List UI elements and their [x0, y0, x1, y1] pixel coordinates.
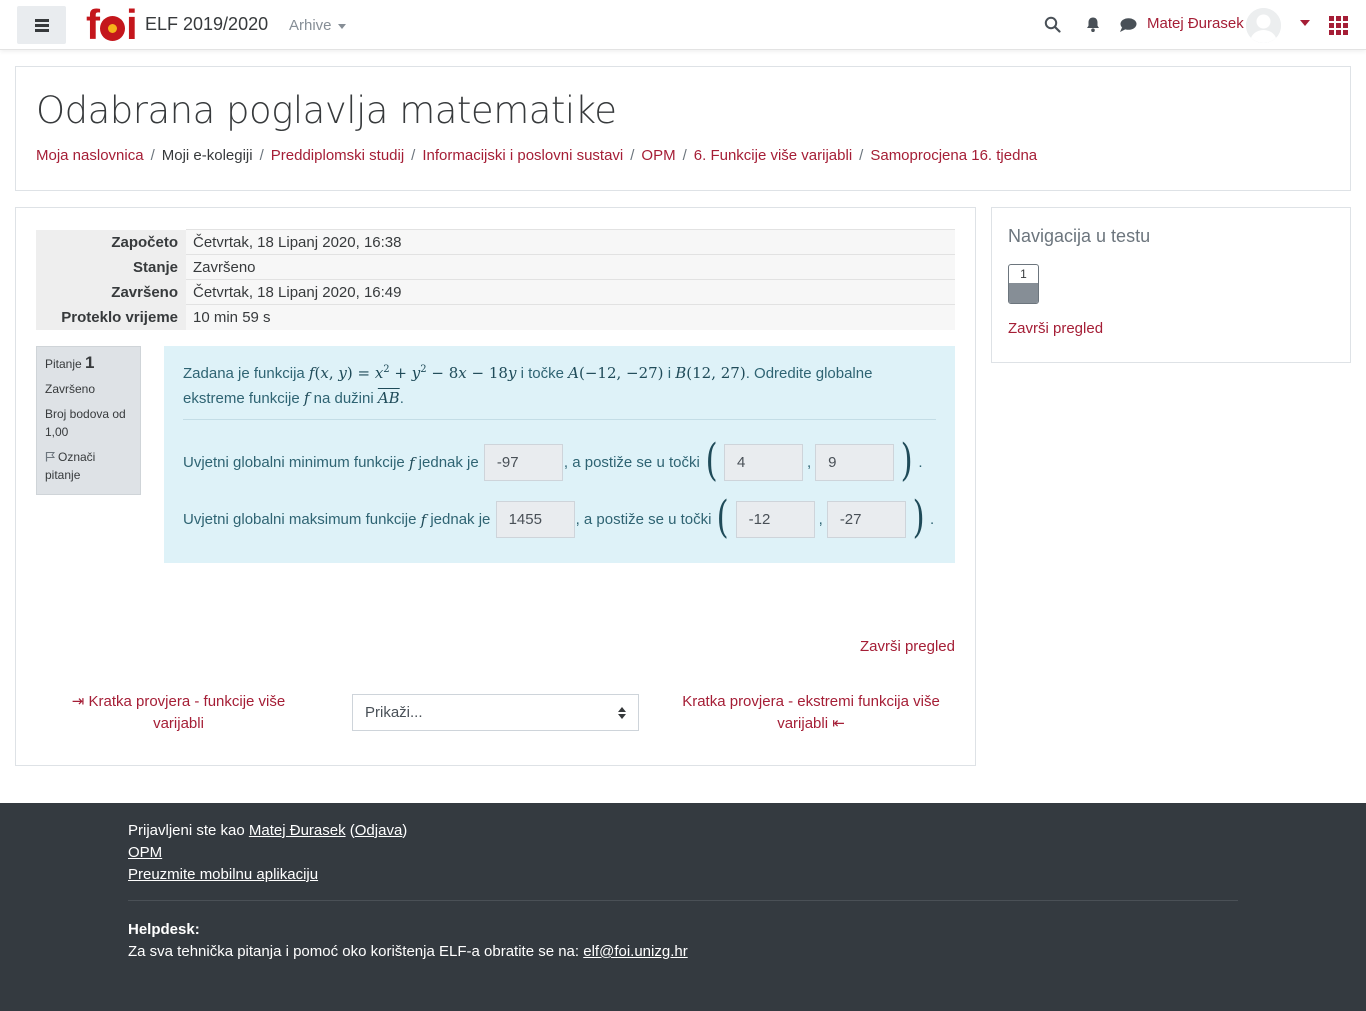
- user-name-link[interactable]: Matej Đurasek: [1147, 15, 1244, 32]
- flag-question-toggle[interactable]: Označi pitanje: [45, 448, 132, 484]
- function-formula: f(x, y) = x2 + y2 − 8x − 18y: [308, 364, 517, 382]
- login-info: Prijavljeni ste kao Matej Đurasek (Odjav…: [128, 822, 408, 839]
- max-point-x-field[interactable]: -12: [735, 501, 815, 538]
- prev-activity-link[interactable]: ⇥ Kratka provjera - funkcije više varija…: [56, 691, 301, 735]
- min-point-x-field[interactable]: 4: [723, 444, 803, 481]
- footer-course-link[interactable]: OPM: [128, 844, 162, 861]
- summary-row-completed: Završeno Četvrtak, 18 Lipanj 2020, 16:49: [36, 279, 955, 305]
- quiz-review-region: Započeto Četvrtak, 18 Lipanj 2020, 16:38 …: [15, 207, 976, 766]
- logout-link[interactable]: Odjava: [355, 822, 403, 839]
- breadcrumb-separator: /: [150, 147, 155, 164]
- mobile-app-link[interactable]: Preuzmite mobilnu aplikaciju: [128, 866, 318, 883]
- summary-label: Započeto: [36, 229, 186, 255]
- archive-label: Arhive: [289, 17, 332, 34]
- avatar[interactable]: [1246, 8, 1281, 43]
- question-divider: [183, 419, 936, 420]
- breadcrumb-separator: /: [411, 147, 416, 164]
- summary-value: Četvrtak, 18 Lipanj 2020, 16:38: [186, 229, 955, 255]
- breadcrumb-item-quiz[interactable]: Samoprocjena 16. tjedna: [870, 147, 1037, 164]
- flag-icon: [45, 452, 56, 462]
- open-paren: (: [717, 492, 730, 543]
- archive-dropdown[interactable]: Arhive: [289, 17, 346, 34]
- breadcrumb-item-undergraduate[interactable]: Preddiplomski studij: [271, 147, 404, 164]
- footer-user-link[interactable]: Matej Đurasek: [249, 822, 346, 839]
- page-title: Odabrana poglavlja matematike: [36, 89, 617, 132]
- breadcrumb-item-home[interactable]: Moja naslovnica: [36, 147, 144, 164]
- breadcrumb-item-program[interactable]: Informacijski i poslovni sustavi: [422, 147, 623, 164]
- question-state-fill: [1009, 283, 1038, 303]
- menu-toggle-button[interactable]: [17, 6, 66, 44]
- question-marks: Broj bodova od 1,00: [45, 407, 126, 439]
- chat-icon[interactable]: [1119, 17, 1137, 33]
- jump-to-activity-select[interactable]: Prikaži...: [352, 694, 639, 731]
- quiz-nav-title: Navigacija u testu: [1008, 226, 1151, 246]
- summary-value: Četvrtak, 18 Lipanj 2020, 16:49: [186, 279, 955, 305]
- question-info-panel: Pitanje 1 Završeno Broj bodova od 1,00 O…: [36, 346, 141, 495]
- point-b: B(12, 27): [675, 364, 746, 382]
- min-value-field[interactable]: -97: [483, 444, 563, 481]
- foi-logo[interactable]: fi: [86, 1, 138, 48]
- summary-row-state: Stanje Završeno: [36, 254, 955, 280]
- answer-row-minimum: Uvjetni globalni minimum funkcije f jedn…: [183, 435, 923, 486]
- finish-review-link[interactable]: Završi pregled: [860, 638, 955, 655]
- summary-label: Stanje: [36, 254, 186, 280]
- point-a: A(−12, −27): [568, 364, 664, 382]
- summary-row-time-taken: Proteklo vrijeme 10 min 59 s: [36, 304, 955, 330]
- search-icon[interactable]: [1044, 16, 1061, 33]
- question-text: Zadana je funkcija f(x, y) = x2 + y2 − 8…: [183, 364, 873, 407]
- top-navbar: fi ELF 2019/2020 Arhive Matej Đurasek: [0, 0, 1366, 50]
- segment-ab: AB: [377, 389, 400, 407]
- breadcrumb-item-my-courses: Moji e-kolegiji: [161, 147, 253, 164]
- question-state: Završeno: [45, 382, 96, 396]
- user-avatar-icon: [1246, 8, 1281, 43]
- helpdesk-email-link[interactable]: elf@foi.unizg.hr: [583, 943, 687, 960]
- helpdesk-text: Za sva tehnička pitanja i pomoć oko kori…: [128, 943, 688, 960]
- footer-divider: [128, 900, 1238, 901]
- jump-select-value: Prikaži...: [365, 704, 423, 721]
- open-paren: (: [705, 435, 718, 486]
- min-point-y-field[interactable]: 9: [815, 444, 895, 481]
- breadcrumb-separator: /: [682, 147, 687, 164]
- apps-grid-icon[interactable]: [1329, 16, 1350, 35]
- question-number: Pitanje 1: [45, 353, 95, 372]
- breadcrumb-item-section[interactable]: 6. Funkcije više varijabli: [694, 147, 852, 164]
- quiz-nav-question-button[interactable]: 1: [1008, 264, 1039, 304]
- menu-icon: [34, 19, 49, 32]
- breadcrumb-separator: /: [259, 147, 264, 164]
- question-content: Zadana je funkcija f(x, y) = x2 + y2 − 8…: [164, 346, 955, 563]
- close-paren: ): [900, 435, 913, 486]
- summary-row-started: Započeto Četvrtak, 18 Lipanj 2020, 16:38: [36, 229, 955, 255]
- max-point-y-field[interactable]: -27: [826, 501, 906, 538]
- bell-icon[interactable]: [1085, 16, 1101, 33]
- breadcrumb-separator: /: [859, 147, 864, 164]
- breadcrumb-item-course[interactable]: OPM: [641, 147, 675, 164]
- page-footer: Prijavljeni ste kao Matej Đurasek (Odjav…: [0, 803, 1366, 1011]
- close-paren: ): [912, 492, 925, 543]
- quiz-nav-question-number: 1: [1020, 267, 1027, 281]
- summary-label: Proteklo vrijeme: [36, 304, 186, 330]
- max-value-field[interactable]: 1455: [495, 501, 575, 538]
- site-name[interactable]: ELF 2019/2020: [145, 14, 268, 35]
- breadcrumb: Moja naslovnica / Moji e-kolegiji / Preddipl…: [36, 147, 1037, 164]
- user-menu-caret-icon[interactable]: [1300, 20, 1310, 26]
- select-arrows-icon: [618, 707, 626, 719]
- helpdesk-title: Helpdesk:: [128, 921, 200, 938]
- nav-finish-review-link[interactable]: Završi pregled: [1008, 320, 1103, 337]
- quiz-navigation-block: Navigacija u testu 1 Završi pregled: [991, 207, 1351, 363]
- chevron-down-icon: [337, 23, 346, 29]
- summary-value: Završeno: [186, 254, 955, 280]
- breadcrumb-separator: /: [630, 147, 635, 164]
- summary-label: Završeno: [36, 279, 186, 305]
- attempt-summary-table: Započeto Četvrtak, 18 Lipanj 2020, 16:38 …: [36, 229, 955, 330]
- answer-row-maximum: Uvjetni globalni maksimum funkcije f jed…: [183, 492, 935, 543]
- summary-value: 10 min 59 s: [186, 304, 955, 330]
- next-activity-link[interactable]: Kratka provjera - ekstremi funkcija više…: [666, 691, 956, 735]
- page-header: Odabrana poglavlja matematike Moja naslo…: [15, 66, 1351, 191]
